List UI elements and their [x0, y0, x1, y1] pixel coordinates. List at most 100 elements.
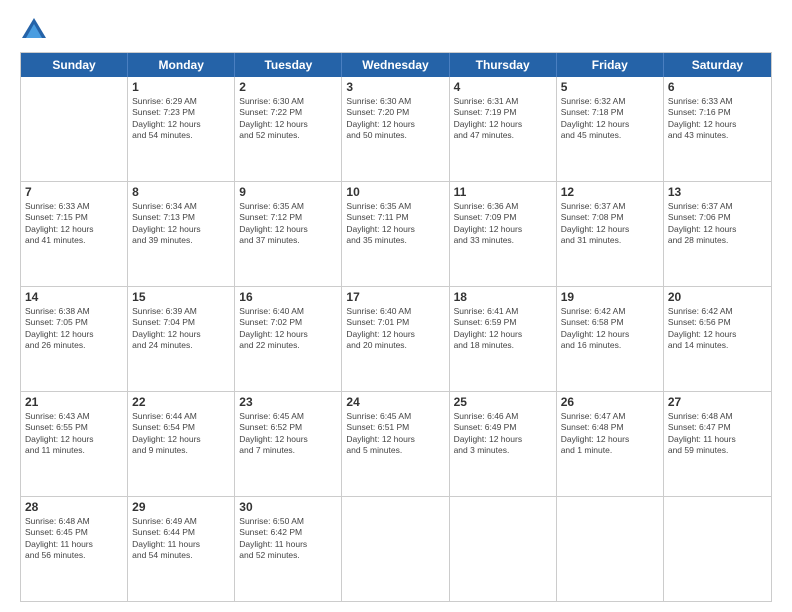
day-info: Sunrise: 6:44 AM Sunset: 6:54 PM Dayligh…	[132, 411, 230, 457]
day-info: Sunrise: 6:41 AM Sunset: 6:59 PM Dayligh…	[454, 306, 552, 352]
day-number: 18	[454, 290, 552, 304]
calendar-cell	[450, 497, 557, 601]
day-info: Sunrise: 6:38 AM Sunset: 7:05 PM Dayligh…	[25, 306, 123, 352]
day-info: Sunrise: 6:47 AM Sunset: 6:48 PM Dayligh…	[561, 411, 659, 457]
day-info: Sunrise: 6:45 AM Sunset: 6:51 PM Dayligh…	[346, 411, 444, 457]
day-number: 27	[668, 395, 767, 409]
calendar-cell: 11Sunrise: 6:36 AM Sunset: 7:09 PM Dayli…	[450, 182, 557, 286]
calendar-cell	[664, 497, 771, 601]
calendar-cell: 3 Sunrise: 6:30 AM Sunset: 7:20 PM Daylig…	[342, 77, 449, 181]
calendar-cell: 9 Sunrise: 6:35 AM Sunset: 7:12 PM Daylig…	[235, 182, 342, 286]
day-number: 5	[561, 80, 659, 94]
header	[20, 16, 772, 44]
day-info: Sunrise: 6:46 AM Sunset: 6:49 PM Dayligh…	[454, 411, 552, 457]
day-info: Sunrise: 6:50 AM Sunset: 6:42 PM Dayligh…	[239, 516, 337, 562]
day-number: 9	[239, 185, 337, 199]
day-info: Sunrise: 6:30 AM Sunset: 7:22 PM Dayligh…	[239, 96, 337, 142]
day-number: 6	[668, 80, 767, 94]
day-info: Sunrise: 6:33 AM Sunset: 7:15 PM Dayligh…	[25, 201, 123, 247]
day-info: Sunrise: 6:45 AM Sunset: 6:52 PM Dayligh…	[239, 411, 337, 457]
calendar-cell: 18 Sunrise: 6:41 AM Sunset: 6:59 PM Dayli…	[450, 287, 557, 391]
header-day-friday: Friday	[557, 53, 664, 77]
logo-icon	[20, 16, 48, 44]
calendar-cell: 14 Sunrise: 6:38 AM Sunset: 7:05 PM Dayli…	[21, 287, 128, 391]
day-info: Sunrise: 6:34 AM Sunset: 7:13 PM Dayligh…	[132, 201, 230, 247]
calendar-cell: 16 Sunrise: 6:40 AM Sunset: 7:02 PM Dayli…	[235, 287, 342, 391]
day-number: 8	[132, 185, 230, 199]
day-info: Sunrise: 6:35 AM Sunset: 7:12 PM Dayligh…	[239, 201, 337, 247]
day-number: 29	[132, 500, 230, 514]
day-number: 24	[346, 395, 444, 409]
day-number: 30	[239, 500, 337, 514]
day-number: 13	[668, 185, 767, 199]
day-number: 14	[25, 290, 123, 304]
day-number: 21	[25, 395, 123, 409]
calendar-cell: 15 Sunrise: 6:39 AM Sunset: 7:04 PM Dayli…	[128, 287, 235, 391]
calendar-cell: 30 Sunrise: 6:50 AM Sunset: 6:42 PM Dayli…	[235, 497, 342, 601]
day-number: 1	[132, 80, 230, 94]
calendar-cell: 24 Sunrise: 6:45 AM Sunset: 6:51 PM Dayli…	[342, 392, 449, 496]
day-number: 16	[239, 290, 337, 304]
day-number: 4	[454, 80, 552, 94]
header-day-thursday: Thursday	[450, 53, 557, 77]
calendar-cell: 2Sunrise: 6:30 AM Sunset: 7:22 PM Daylig…	[235, 77, 342, 181]
page: SundayMondayTuesdayWednesdayThursdayFrid…	[0, 0, 792, 612]
day-info: Sunrise: 6:40 AM Sunset: 7:01 PM Dayligh…	[346, 306, 444, 352]
calendar-row-5: 28Sunrise: 6:48 AM Sunset: 6:45 PM Dayli…	[21, 496, 771, 601]
calendar-row-1: 1 Sunrise: 6:29 AM Sunset: 7:23 PM Daylig…	[21, 77, 771, 181]
header-day-sunday: Sunday	[21, 53, 128, 77]
day-info: Sunrise: 6:36 AM Sunset: 7:09 PM Dayligh…	[454, 201, 552, 247]
calendar-cell: 6 Sunrise: 6:33 AM Sunset: 7:16 PM Daylig…	[664, 77, 771, 181]
calendar-cell: 26 Sunrise: 6:47 AM Sunset: 6:48 PM Dayli…	[557, 392, 664, 496]
day-number: 19	[561, 290, 659, 304]
calendar-cell: 4 Sunrise: 6:31 AM Sunset: 7:19 PM Daylig…	[450, 77, 557, 181]
calendar-body: 1 Sunrise: 6:29 AM Sunset: 7:23 PM Daylig…	[21, 77, 771, 601]
day-info: Sunrise: 6:40 AM Sunset: 7:02 PM Dayligh…	[239, 306, 337, 352]
day-number: 12	[561, 185, 659, 199]
day-number: 23	[239, 395, 337, 409]
calendar-row-4: 21Sunrise: 6:43 AM Sunset: 6:55 PM Dayli…	[21, 391, 771, 496]
calendar-cell: 12 Sunrise: 6:37 AM Sunset: 7:08 PM Dayli…	[557, 182, 664, 286]
day-info: Sunrise: 6:30 AM Sunset: 7:20 PM Dayligh…	[346, 96, 444, 142]
calendar-cell: 1 Sunrise: 6:29 AM Sunset: 7:23 PM Daylig…	[128, 77, 235, 181]
day-info: Sunrise: 6:32 AM Sunset: 7:18 PM Dayligh…	[561, 96, 659, 142]
day-info: Sunrise: 6:31 AM Sunset: 7:19 PM Dayligh…	[454, 96, 552, 142]
day-info: Sunrise: 6:39 AM Sunset: 7:04 PM Dayligh…	[132, 306, 230, 352]
day-info: Sunrise: 6:29 AM Sunset: 7:23 PM Dayligh…	[132, 96, 230, 142]
calendar-cell: 17 Sunrise: 6:40 AM Sunset: 7:01 PM Dayli…	[342, 287, 449, 391]
day-number: 15	[132, 290, 230, 304]
day-info: Sunrise: 6:33 AM Sunset: 7:16 PM Dayligh…	[668, 96, 767, 142]
calendar-row-2: 7 Sunrise: 6:33 AM Sunset: 7:15 PM Daylig…	[21, 181, 771, 286]
day-number: 7	[25, 185, 123, 199]
day-number: 26	[561, 395, 659, 409]
calendar-cell: 13 Sunrise: 6:37 AM Sunset: 7:06 PM Dayli…	[664, 182, 771, 286]
header-day-wednesday: Wednesday	[342, 53, 449, 77]
calendar-cell: 22 Sunrise: 6:44 AM Sunset: 6:54 PM Dayli…	[128, 392, 235, 496]
calendar-cell: 23 Sunrise: 6:45 AM Sunset: 6:52 PM Dayli…	[235, 392, 342, 496]
day-info: Sunrise: 6:49 AM Sunset: 6:44 PM Dayligh…	[132, 516, 230, 562]
day-info: Sunrise: 6:37 AM Sunset: 7:08 PM Dayligh…	[561, 201, 659, 247]
day-number: 17	[346, 290, 444, 304]
day-number: 25	[454, 395, 552, 409]
day-info: Sunrise: 6:42 AM Sunset: 6:58 PM Dayligh…	[561, 306, 659, 352]
day-number: 22	[132, 395, 230, 409]
day-info: Sunrise: 6:42 AM Sunset: 6:56 PM Dayligh…	[668, 306, 767, 352]
day-number: 3	[346, 80, 444, 94]
logo	[20, 16, 52, 44]
calendar-cell: 19 Sunrise: 6:42 AM Sunset: 6:58 PM Dayli…	[557, 287, 664, 391]
day-info: Sunrise: 6:48 AM Sunset: 6:47 PM Dayligh…	[668, 411, 767, 457]
day-info: Sunrise: 6:48 AM Sunset: 6:45 PM Dayligh…	[25, 516, 123, 562]
day-number: 10	[346, 185, 444, 199]
calendar-cell	[21, 77, 128, 181]
header-day-tuesday: Tuesday	[235, 53, 342, 77]
calendar-cell	[342, 497, 449, 601]
calendar-cell: 10Sunrise: 6:35 AM Sunset: 7:11 PM Dayli…	[342, 182, 449, 286]
day-info: Sunrise: 6:37 AM Sunset: 7:06 PM Dayligh…	[668, 201, 767, 247]
header-day-saturday: Saturday	[664, 53, 771, 77]
calendar-cell: 5 Sunrise: 6:32 AM Sunset: 7:18 PM Daylig…	[557, 77, 664, 181]
calendar-cell: 21Sunrise: 6:43 AM Sunset: 6:55 PM Dayli…	[21, 392, 128, 496]
calendar-cell: 27 Sunrise: 6:48 AM Sunset: 6:47 PM Dayli…	[664, 392, 771, 496]
calendar-header: SundayMondayTuesdayWednesdayThursdayFrid…	[21, 53, 771, 77]
day-number: 20	[668, 290, 767, 304]
calendar-cell: 20 Sunrise: 6:42 AM Sunset: 6:56 PM Dayli…	[664, 287, 771, 391]
